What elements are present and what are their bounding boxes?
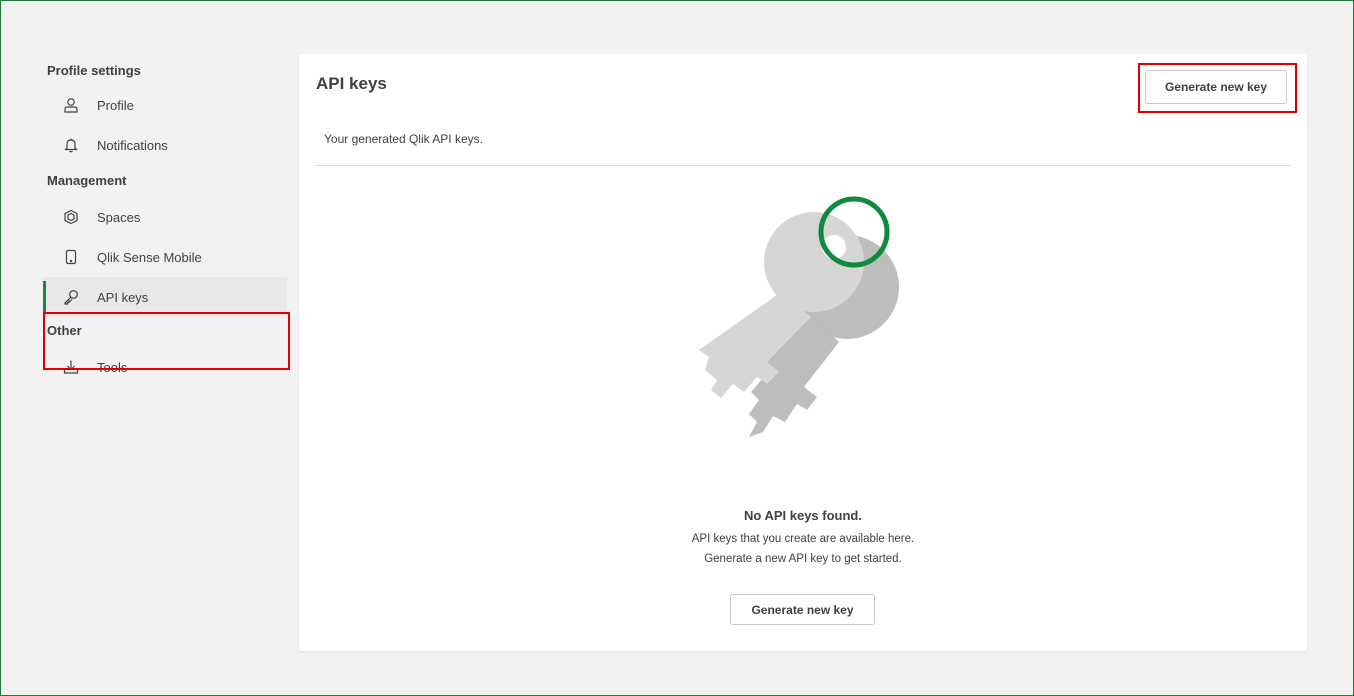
section-title-other: Other (47, 323, 82, 338)
empty-state-hint: Generate a new API key to get started. (704, 553, 902, 565)
section-title-management: Management (47, 173, 127, 188)
sidebar-item-profile[interactable]: Profile (47, 85, 287, 125)
sidebar-item-tools[interactable]: Tools (47, 347, 287, 387)
empty-state-description: API keys that you create are available h… (691, 533, 915, 545)
download-icon (61, 357, 81, 377)
person-icon (61, 95, 81, 115)
page-title: API keys (316, 74, 387, 93)
sidebar-item-label: Profile (97, 97, 134, 113)
key-icon (61, 287, 81, 307)
sidebar-item-label: Spaces (97, 209, 141, 225)
sidebar-item-spaces[interactable]: Spaces (47, 197, 287, 237)
page-subtitle: Your generated Qlik API keys. (324, 132, 483, 146)
section-title-profile-settings: Profile settings (47, 63, 141, 78)
sidebar-item-qlik-sense-mobile[interactable]: Qlik Sense Mobile (47, 237, 287, 277)
empty-state-generate-new-key-button[interactable]: Generate new key (730, 594, 875, 625)
generate-new-key-button[interactable]: Generate new key (1145, 70, 1287, 104)
bell-icon (61, 135, 81, 155)
sidebar-item-api-keys[interactable]: API keys (43, 277, 287, 317)
mobile-icon (61, 247, 81, 267)
empty-state-title: No API keys found. (744, 508, 862, 523)
keys-illustration-icon (689, 192, 929, 452)
sidebar-item-label: Qlik Sense Mobile (97, 249, 202, 265)
divider (315, 165, 1291, 166)
api-keys-card: API keys Generate new key Your generated… (299, 54, 1307, 651)
sidebar-item-label: Notifications (97, 137, 168, 153)
settings-sidebar: Profile settings Profile Notifications M… (43, 61, 287, 387)
sidebar-item-notifications[interactable]: Notifications (47, 125, 287, 165)
sidebar-item-label: API keys (97, 289, 149, 305)
app-frame: Profile settings Profile Notifications M… (0, 0, 1354, 696)
sidebar-item-label: Tools (97, 359, 128, 375)
spaces-icon (61, 207, 81, 227)
